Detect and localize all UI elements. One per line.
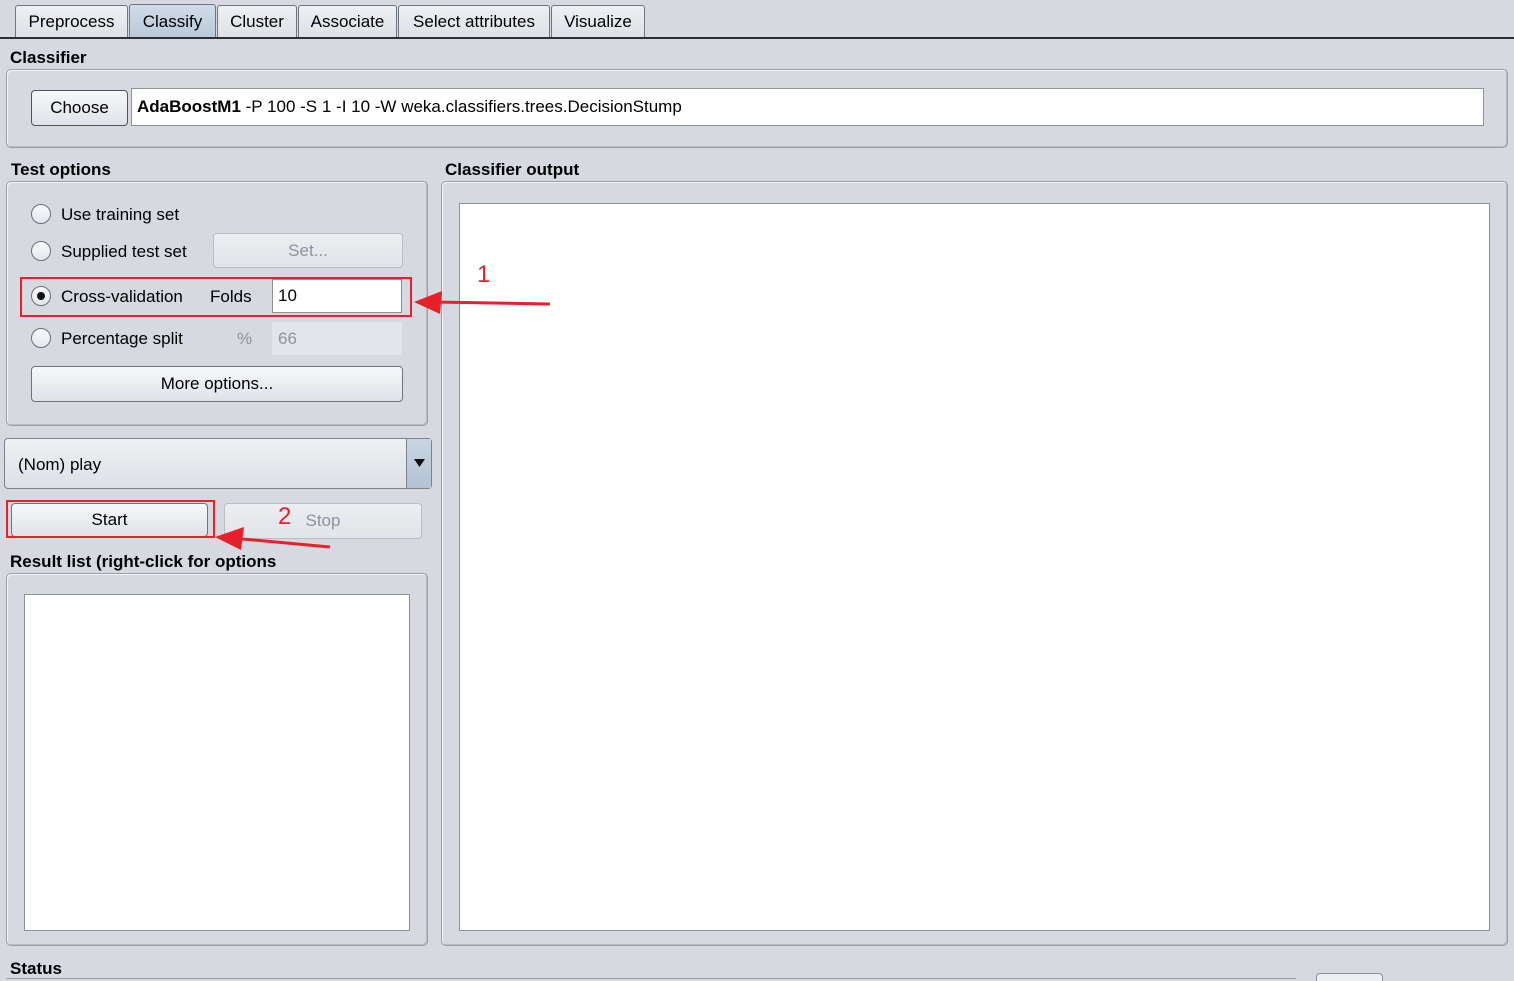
annotation-arrow-2 [215, 527, 331, 550]
annotation-arrows [215, 291, 551, 550]
annotation-arrow-1 [414, 291, 551, 314]
